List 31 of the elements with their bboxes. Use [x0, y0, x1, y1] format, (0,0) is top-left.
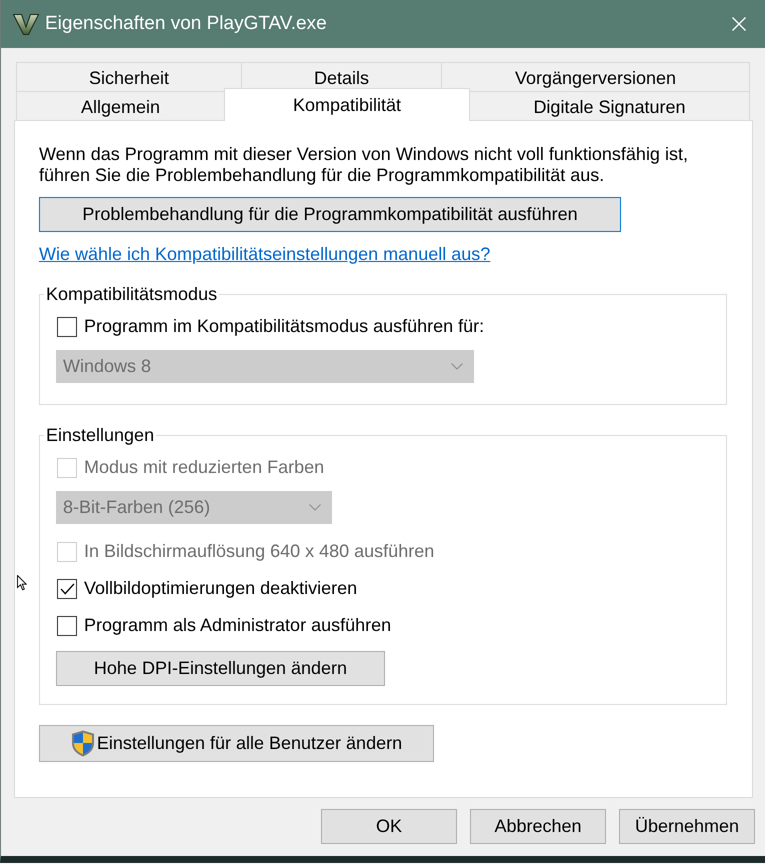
checkbox[interactable] — [57, 578, 77, 598]
dialog-button[interactable]: Übernehmen — [619, 809, 755, 844]
dialog-button[interactable]: OK — [321, 809, 457, 844]
tab[interactable]: Vorgängerversionen — [441, 62, 750, 91]
dialog-button[interactable]: Abbrechen — [470, 809, 606, 844]
chevron-down-icon — [309, 504, 321, 511]
tab[interactable]: Sicherheit — [16, 62, 242, 91]
close-icon[interactable] — [732, 17, 746, 31]
tab[interactable]: Digitale Signaturen — [469, 91, 750, 120]
group-title: Kompatibilitätsmodus — [45, 284, 218, 305]
group-title: Einstellungen — [45, 425, 156, 446]
all-users-button[interactable]: Einstellungen für alle Benutzer ändern — [39, 725, 434, 762]
tab[interactable]: Kompatibilität — [224, 88, 470, 121]
help-link[interactable]: Wie wähle ich Kompatibilitätseinstellungen manuell aus? — [39, 244, 490, 264]
checkmark-icon — [60, 582, 74, 594]
window-title: Eigenschaften von PlayGTAV.exe — [45, 12, 328, 36]
checkbox-label: Vollbildoptimierungen deaktivieren — [84, 578, 358, 599]
troubleshoot-button[interactable]: Problembehandlung für die Programmkompatibilität ausführen — [39, 197, 621, 232]
checkbox-label: In Bildschirmauflösung 640 x 480 ausführen — [84, 541, 434, 562]
checkbox-label: Programm als Administrator ausführen — [84, 615, 392, 636]
mouse-pointer-icon — [17, 575, 27, 591]
checkbox-label: Programm im Kompatibilitätsmodus ausführen für: — [84, 316, 484, 337]
chevron-down-icon — [451, 363, 463, 370]
checkbox-label: Modus mit reduzierten Farben — [84, 457, 324, 478]
checkbox[interactable] — [57, 616, 77, 636]
letter-v-icon — [13, 14, 39, 34]
checkbox[interactable] — [57, 316, 77, 336]
shield-icon — [70, 730, 95, 757]
dpi-settings-button[interactable]: Hohe DPI-Einstellungen ändern — [56, 651, 385, 686]
description-text: Wenn das Programm mit dieser Version von Windows nicht voll funktionsfähig ist, führen Sie die Problembehandlung für die Programmkompatibilität aus. — [39, 144, 689, 186]
tab[interactable]: Allgemein — [16, 91, 225, 120]
